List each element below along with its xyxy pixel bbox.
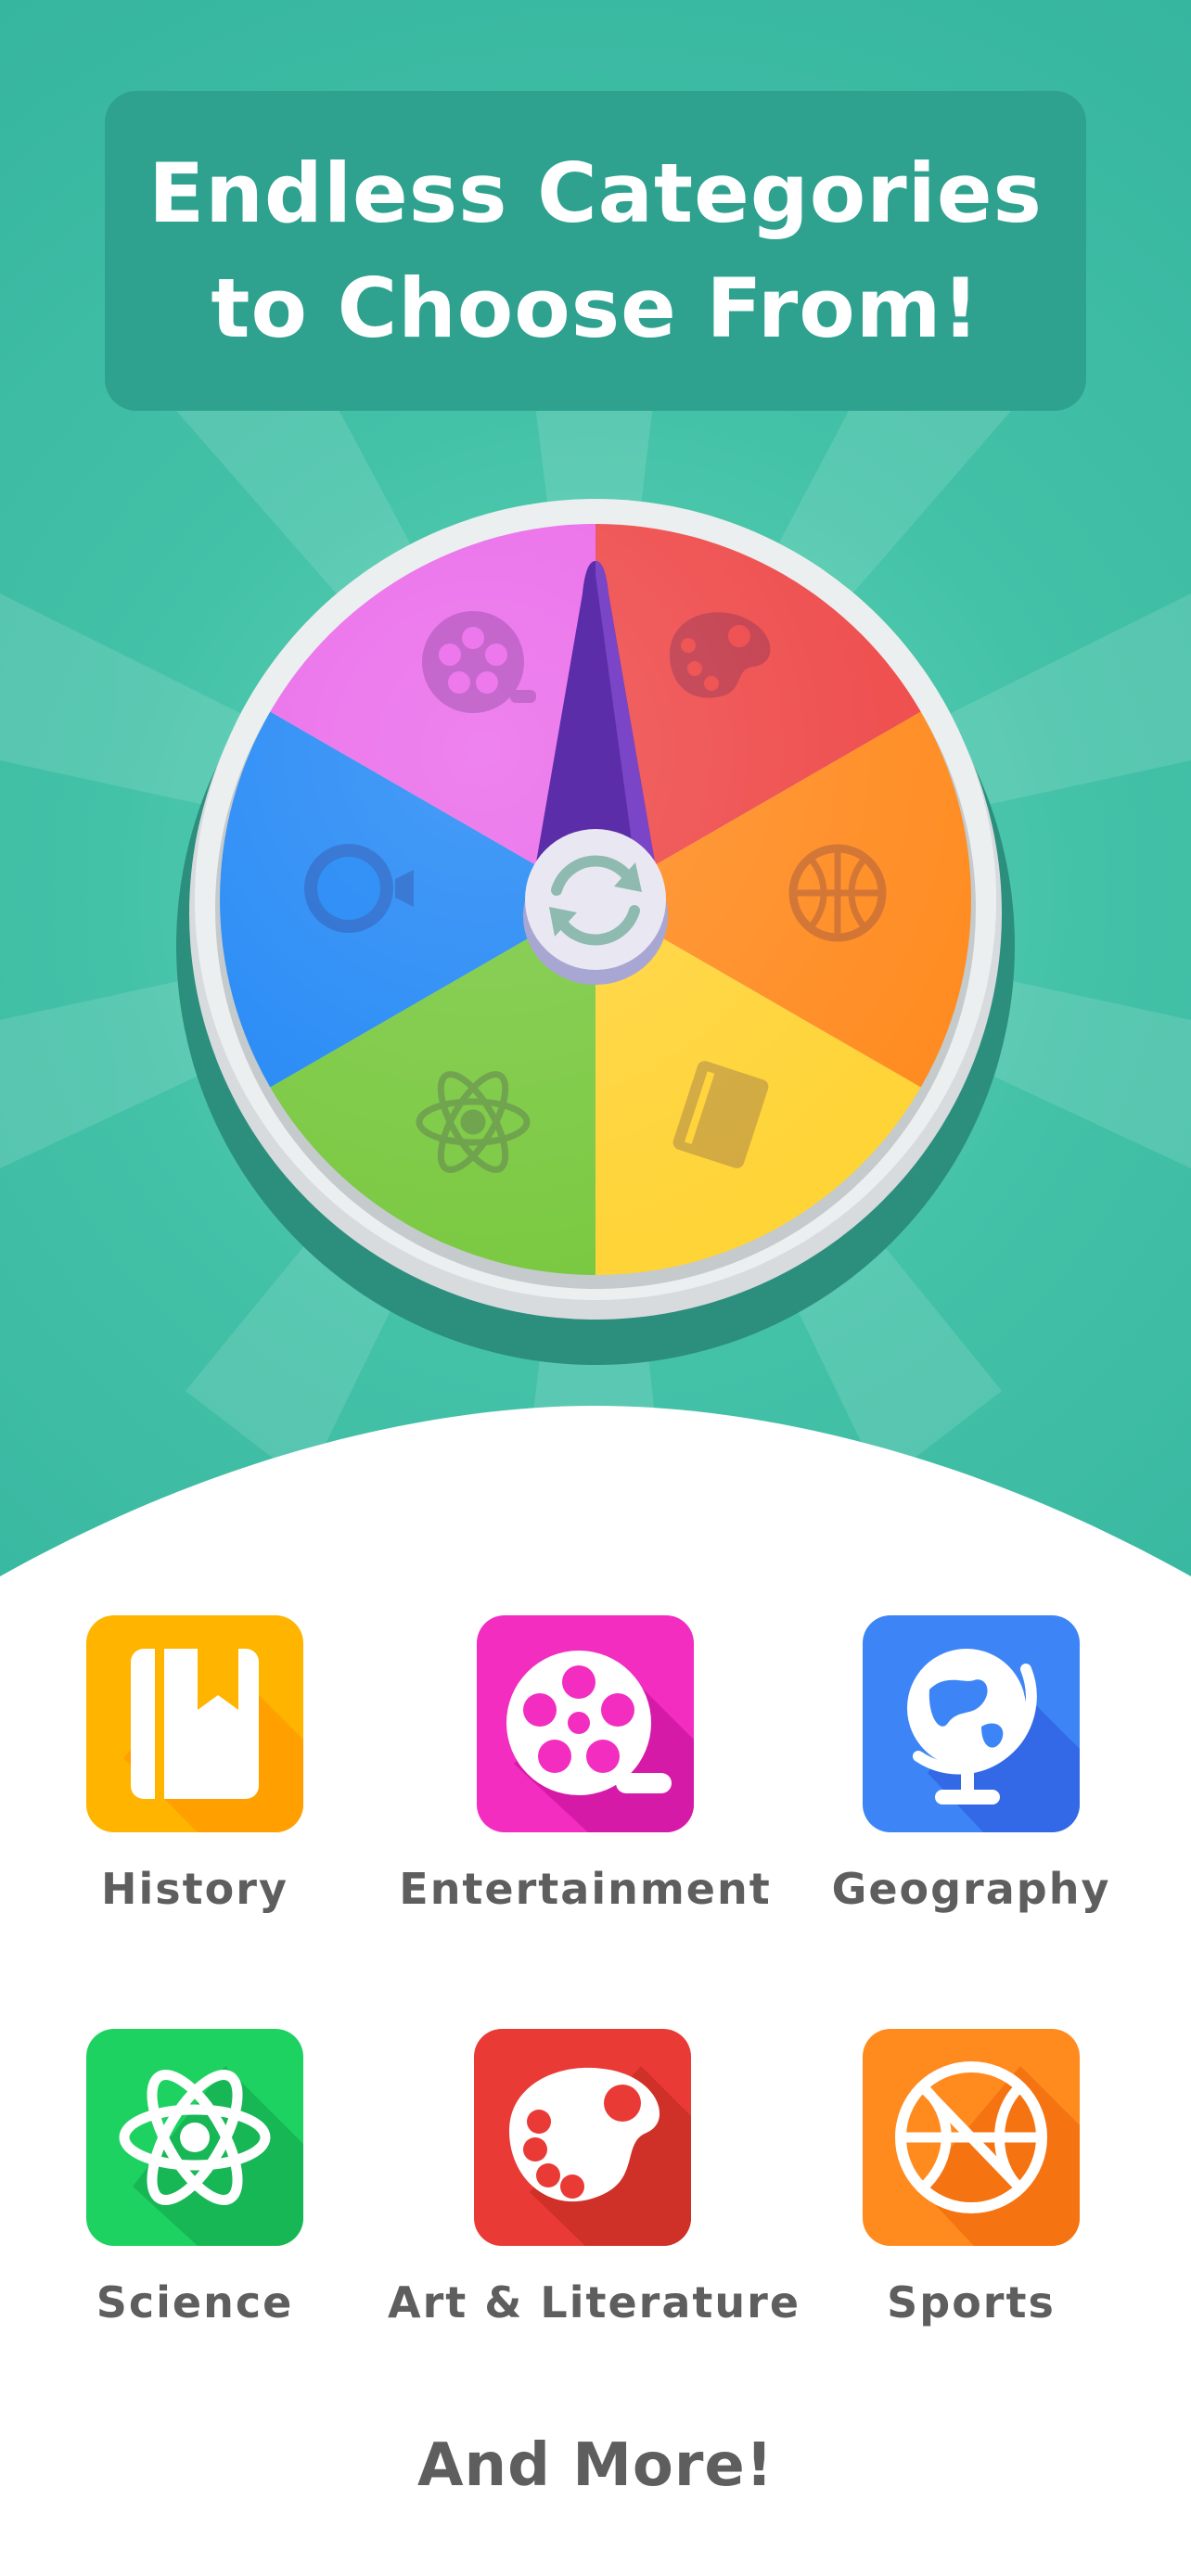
art-literature-label: Art & Literature xyxy=(388,2277,801,2327)
hero-background: Endless Categories to Choose From! xyxy=(0,0,1191,1576)
film-reel-icon xyxy=(477,1615,694,1832)
history-label: History xyxy=(101,1864,288,1914)
palette-icon xyxy=(474,2029,691,2246)
science-label: Science xyxy=(96,2277,294,2327)
book-icon xyxy=(86,1615,303,1832)
category-wheel[interactable] xyxy=(167,473,1024,1382)
sports-label: Sports xyxy=(887,2277,1056,2327)
sports-tile[interactable] xyxy=(863,2029,1080,2246)
art-literature-tile[interactable] xyxy=(474,2029,691,2246)
category-history[interactable]: History xyxy=(0,1615,390,1949)
banner-title-line-1: Endless Categories xyxy=(148,145,1043,241)
spin-button[interactable] xyxy=(523,829,668,985)
category-science[interactable]: Science xyxy=(0,2029,390,2363)
and-more-text: And More! xyxy=(417,2431,774,2500)
science-tile[interactable] xyxy=(86,2029,303,2246)
screen: Endless Categories to Choose From! Histo… xyxy=(0,0,1191,2576)
geography-label: Geography xyxy=(831,1864,1111,1914)
geography-tile[interactable] xyxy=(863,1615,1080,1832)
category-art-literature[interactable]: Art & Literature xyxy=(388,2029,801,2363)
category-sports[interactable]: Sports xyxy=(776,2029,1166,2363)
atom-icon xyxy=(86,2029,303,2246)
entertainment-label: Entertainment xyxy=(399,1864,772,1914)
title-banner: Endless Categories to Choose From! xyxy=(105,91,1086,411)
category-geography[interactable]: Geography xyxy=(776,1615,1166,1949)
category-entertainment[interactable]: Entertainment xyxy=(391,1615,780,1949)
history-tile[interactable] xyxy=(86,1615,303,1832)
banner-title-line-2: to Choose From! xyxy=(211,260,980,356)
basketball-icon xyxy=(788,844,887,942)
globe-icon xyxy=(863,1615,1080,1832)
basketball-icon xyxy=(863,2029,1080,2246)
entertainment-tile[interactable] xyxy=(477,1615,694,1832)
